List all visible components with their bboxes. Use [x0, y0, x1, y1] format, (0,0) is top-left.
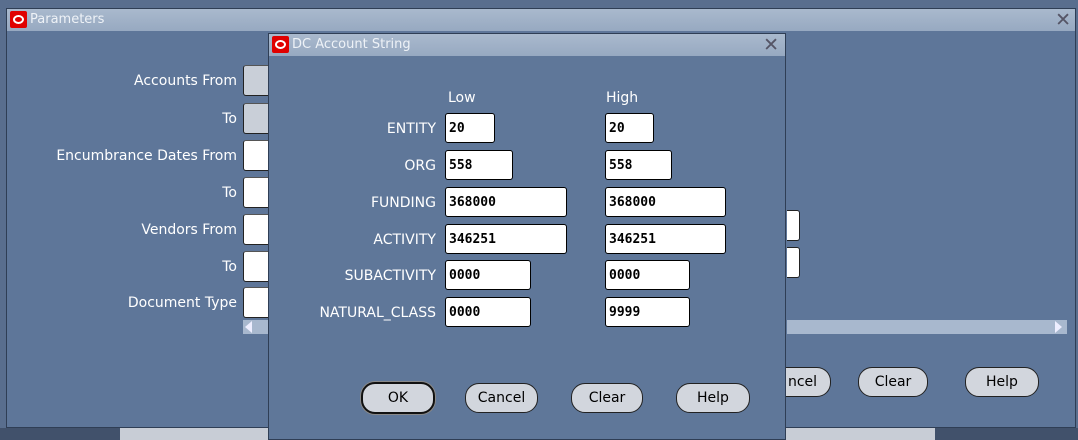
natural-class-low-field[interactable]: 0000	[445, 297, 531, 327]
scroll-left-icon[interactable]	[245, 321, 252, 333]
parameters-title: Parameters	[30, 12, 105, 27]
ok-button[interactable]: OK	[361, 382, 435, 414]
oracle-logo-icon	[10, 11, 27, 28]
scroll-right-icon[interactable]	[1055, 321, 1062, 333]
entity-low-field[interactable]: 20	[445, 113, 495, 143]
funding-high-field[interactable]: 368000	[605, 187, 726, 217]
activity-label: ACTIVITY	[373, 232, 436, 248]
vendors-from-label: Vendors From	[141, 222, 237, 238]
vendors-to-label: To	[222, 259, 237, 275]
subactivity-high-field[interactable]: 0000	[605, 260, 690, 290]
entity-label: ENTITY	[386, 121, 436, 137]
org-high-field[interactable]: 558	[605, 150, 672, 180]
close-icon[interactable]: ✕	[1055, 9, 1071, 31]
natural-class-high-field[interactable]: 9999	[605, 297, 690, 327]
vendors-from-field-end[interactable]	[787, 210, 800, 241]
accounts-to-label: To	[222, 111, 237, 127]
cancel-button[interactable]: Cancel	[465, 383, 538, 413]
funding-label: FUNDING	[370, 195, 436, 211]
natural-class-label: NATURAL_CLASS	[319, 305, 436, 321]
dc-account-string-dialog: DC Account String ✕ Low High ENTITY 20 2…	[268, 33, 786, 440]
org-low-field[interactable]: 558	[445, 150, 513, 180]
parameters-help-button[interactable]: Help	[965, 367, 1039, 397]
oracle-logo-icon	[272, 36, 289, 53]
bottom-field-stub-2	[780, 428, 935, 440]
clear-button[interactable]: Clear	[571, 383, 643, 413]
encumbrance-dates-from-label: Encumbrance Dates From	[56, 148, 237, 164]
entity-high-field[interactable]: 20	[605, 113, 654, 143]
subactivity-low-field[interactable]: 0000	[445, 260, 531, 290]
encumbrance-dates-to-label: To	[222, 185, 237, 201]
document-type-label: Document Type	[127, 295, 237, 311]
accounts-from-label: Accounts From	[134, 73, 237, 89]
activity-low-field[interactable]: 346251	[445, 224, 567, 254]
low-header: Low	[448, 90, 476, 106]
bottom-field-stub	[120, 428, 270, 440]
dialog-title: DC Account String	[292, 37, 411, 52]
close-icon[interactable]: ✕	[763, 34, 779, 56]
help-button[interactable]: Help	[676, 383, 750, 413]
activity-high-field[interactable]: 346251	[605, 224, 726, 254]
parameters-clear-button[interactable]: Clear	[858, 367, 928, 397]
subactivity-label: SUBACTIVITY	[344, 268, 436, 284]
dialog-titlebar: DC Account String ✕	[269, 34, 785, 56]
horizontal-scrollbar-track[interactable]	[787, 320, 1067, 334]
high-header: High	[606, 90, 639, 106]
parameters-titlebar: Parameters ✕	[7, 9, 1075, 31]
org-label: ORG	[404, 158, 436, 174]
funding-low-field[interactable]: 368000	[445, 187, 567, 217]
vendors-to-field-end[interactable]	[787, 247, 800, 278]
